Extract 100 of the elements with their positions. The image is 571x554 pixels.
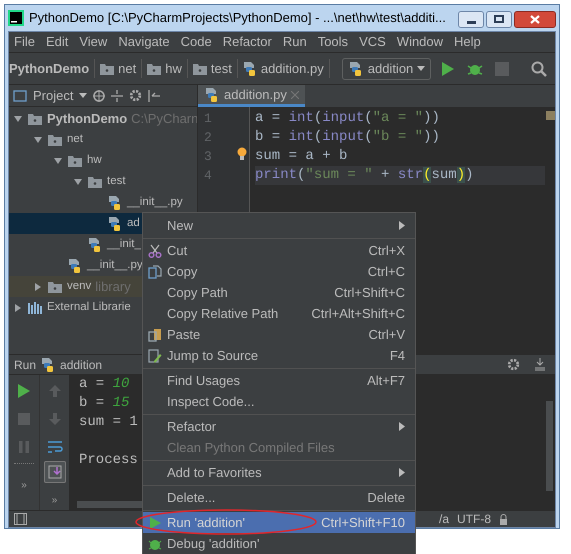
menu-item[interactable]: Add to Favorites: [143, 462, 415, 483]
menu-bar-item[interactable]: File: [14, 32, 35, 52]
code-line: a = int(input("a = ")): [255, 109, 441, 128]
scissors-icon: [148, 244, 162, 258]
search-icon[interactable]: [531, 60, 548, 76]
app-logo-icon: [8, 10, 24, 26]
tree-label: External Librarie: [47, 300, 131, 315]
folder-icon: [47, 132, 63, 146]
tree-label: __init__.py: [87, 258, 143, 273]
encoding-status[interactable]: UTF-8: [457, 510, 492, 528]
minimize-button[interactable]: [458, 10, 484, 28]
console-line: b = 15: [79, 394, 130, 413]
tree-item[interactable]: test: [9, 171, 197, 192]
menu-bar-item[interactable]: Refactor: [222, 32, 272, 52]
menu-bar-item[interactable]: Edit: [46, 32, 68, 52]
bulb-icon[interactable]: [236, 147, 248, 161]
python-file-icon: [107, 194, 123, 210]
breadcrumb[interactable]: PythonDemo: [9, 58, 96, 78]
menu-bar-item[interactable]: Navigate: [118, 32, 170, 52]
run-icon: [148, 516, 162, 530]
console-line: Process: [79, 451, 138, 470]
menu-bar-item[interactable]: Tools: [318, 32, 348, 52]
menu-item[interactable]: Cut Ctrl+X: [143, 240, 415, 261]
run-config-dropdown[interactable]: addition: [342, 58, 432, 80]
run-panel-label: Run: [14, 356, 36, 374]
python-file-icon: [242, 60, 258, 76]
tree-label: venv: [67, 278, 92, 294]
breadcrumb[interactable]: test: [192, 58, 238, 78]
menu-item[interactable]: Copy Relative Path Ctrl+Alt+Shift+C: [143, 303, 415, 324]
panel-toggle-icon[interactable]: [14, 513, 27, 525]
scroll-to-end-icon: [48, 465, 62, 479]
expanded-arrow-icon[interactable]: [53, 156, 63, 166]
tree-label: test: [107, 174, 126, 189]
lock-icon[interactable]: [499, 514, 508, 524]
menu-bar-item[interactable]: Code: [180, 32, 212, 52]
tree-item[interactable]: net: [9, 129, 197, 150]
expanded-arrow-icon[interactable]: [33, 134, 43, 144]
tree-label: ad: [127, 216, 140, 231]
hide-panel-icon[interactable]: [534, 358, 546, 371]
tree-item[interactable]: __init__.py: [9, 192, 197, 213]
caret-icon: [79, 93, 88, 98]
inspection-marker: [546, 111, 554, 120]
editor-tab[interactable]: addition.py: [198, 85, 305, 107]
run-panel-tab[interactable]: addition: [60, 356, 102, 374]
maximize-button[interactable]: [486, 10, 512, 28]
target-icon[interactable]: [93, 90, 106, 102]
breadcrumb[interactable]: net: [99, 58, 142, 78]
console-line: sum = 1: [79, 413, 138, 432]
gear-icon[interactable]: [129, 89, 142, 102]
folder-icon: [27, 112, 43, 126]
menu-bar-item[interactable]: Help: [454, 32, 481, 52]
more-button[interactable]: »: [21, 478, 27, 493]
hide-panel-icon[interactable]: [148, 90, 160, 102]
python-file-icon: [67, 258, 83, 274]
tree-item[interactable]: hw: [9, 150, 197, 171]
menu-bar-item[interactable]: VCS: [359, 32, 386, 52]
run-icon[interactable]: [441, 60, 456, 76]
menu-item[interactable]: Delete... Delete: [143, 487, 415, 508]
tree-label: net: [67, 132, 83, 147]
folder-icon: [192, 62, 208, 76]
menu-item[interactable]: Jump to Source F4: [143, 345, 415, 366]
scrollbar[interactable]: [546, 401, 553, 491]
code-line: b = int(input("b = ")): [255, 128, 441, 147]
run-icon[interactable]: [18, 384, 30, 398]
collapse-icon[interactable]: [111, 90, 124, 102]
menu-bar-item[interactable]: Window: [396, 32, 444, 52]
tree-label: hw: [87, 152, 102, 168]
menu-item[interactable]: Refactor: [143, 416, 415, 437]
menu-item[interactable]: Find Usages Alt+F7: [143, 370, 415, 391]
menu-item[interactable]: Inspect Code...: [143, 391, 415, 412]
folder-icon: [99, 62, 116, 76]
menu-item[interactable]: Debug 'addition': [143, 533, 415, 554]
code-line: sum = a + b: [255, 147, 348, 166]
python-icon: [348, 60, 364, 76]
menu-item[interactable]: Paste Ctrl+V: [143, 324, 415, 345]
breadcrumb[interactable]: addition.py: [242, 58, 330, 78]
menu-bar-item[interactable]: Run: [282, 32, 307, 52]
folder-icon: [47, 280, 63, 294]
expanded-arrow-icon[interactable]: [73, 176, 83, 186]
gear-icon[interactable]: [507, 358, 520, 371]
collapsed-arrow-icon[interactable]: [33, 282, 43, 292]
tree-label: __init__.py: [127, 194, 183, 210]
line-separator-status[interactable]: /a: [439, 510, 450, 528]
more-button[interactable]: »: [52, 493, 58, 508]
edit-pencil-icon: [148, 348, 162, 362]
python-file-icon: [87, 236, 103, 252]
expanded-arrow-icon[interactable]: [13, 114, 23, 124]
paste-icon: [148, 328, 162, 342]
python-file-icon: [204, 86, 220, 102]
menu-item[interactable]: Run 'addition' Ctrl+Shift+F10: [143, 512, 415, 533]
folder-icon: [67, 154, 83, 168]
project-panel-title[interactable]: Project: [33, 86, 74, 106]
close-button[interactable]: [514, 10, 556, 28]
scroll-to-end-button[interactable]: [44, 461, 66, 483]
tree-label: __init_: [107, 236, 141, 252]
breadcrumb[interactable]: hw: [146, 58, 188, 78]
soft-wrap-icon[interactable]: [46, 440, 62, 454]
collapsed-arrow-icon[interactable]: [13, 302, 23, 312]
menu-bar-item[interactable]: View: [79, 32, 108, 52]
folder-icon: [146, 62, 162, 76]
